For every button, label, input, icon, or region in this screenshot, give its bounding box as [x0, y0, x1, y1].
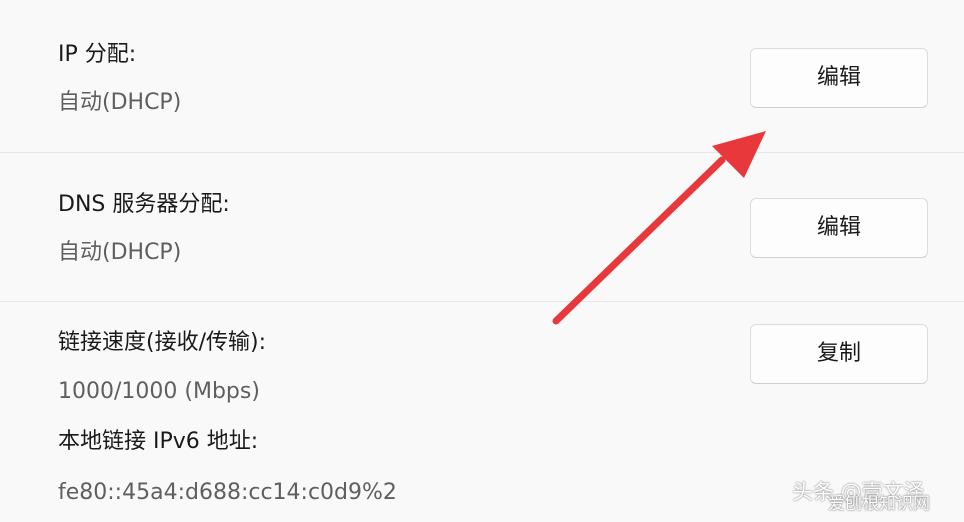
ip-assignment-label: IP 分配:	[58, 42, 137, 67]
ip-assignment-edit-button[interactable]: 编辑	[750, 48, 928, 108]
ip-assignment-value: 自动(DHCP)	[58, 90, 182, 115]
copy-button[interactable]: 复制	[750, 324, 928, 384]
link-speed-label: 链接速度(接收/传输):	[58, 330, 266, 355]
link-speed-value: 1000/1000 (Mbps)	[58, 379, 260, 404]
ipv6-link-local-label: 本地链接 IPv6 地址:	[58, 429, 259, 454]
watermark-sub: 爱刨根知识网	[828, 494, 930, 514]
dns-assignment-label: DNS 服务器分配:	[58, 192, 230, 217]
ipv6-link-local-value: fe80::45a4:d688:cc14:c0d9%2	[58, 480, 397, 505]
dns-assignment-value: 自动(DHCP)	[58, 240, 182, 265]
dns-assignment-edit-button[interactable]: 编辑	[750, 198, 928, 258]
